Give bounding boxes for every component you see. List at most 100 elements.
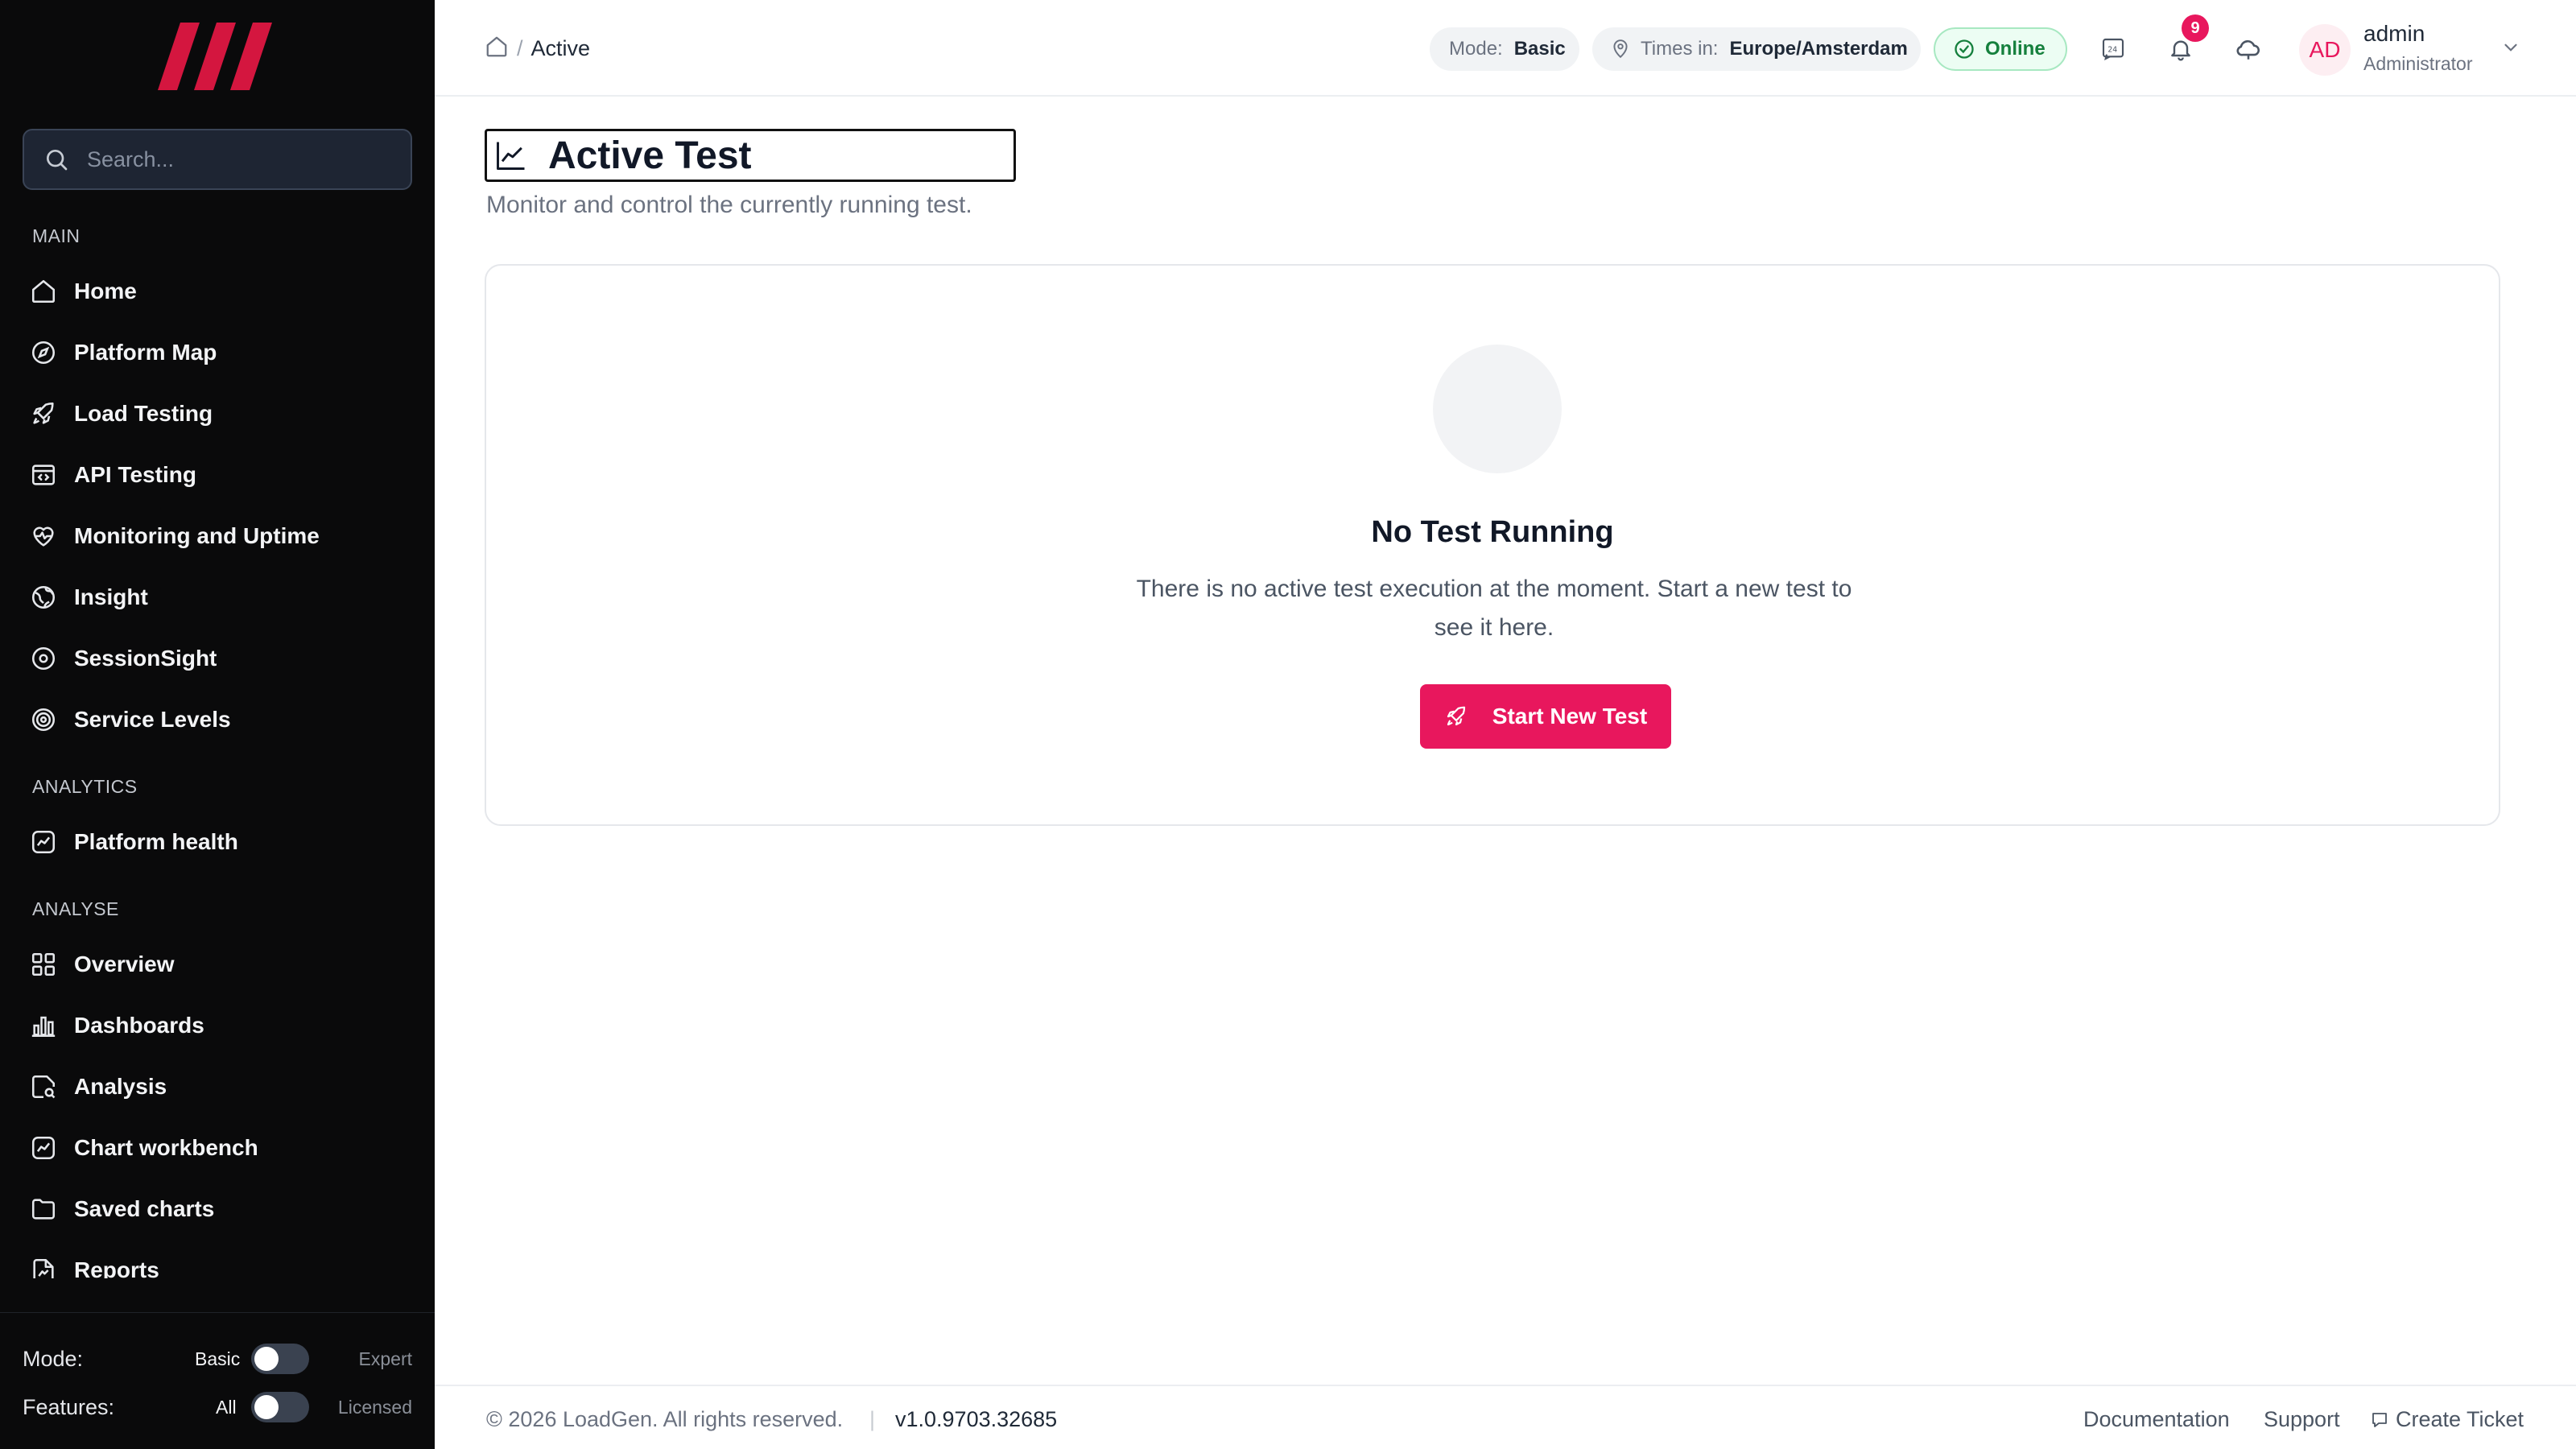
sidebar-item-label: Platform health <box>74 829 238 854</box>
home-icon <box>27 275 60 308</box>
search-icon <box>47 150 68 171</box>
sidebar-item-reports[interactable]: Reports <box>23 1246 412 1278</box>
support-24-icon[interactable]: 24 <box>2096 32 2130 66</box>
features-label: Features: <box>23 1394 115 1419</box>
footer-divider: | <box>869 1407 876 1431</box>
copyright-text: © 2026 LoadGen. All rights reserved. <box>486 1407 844 1431</box>
breadcrumb-separator: / <box>517 35 523 60</box>
avatar[interactable]: AD <box>2299 24 2351 76</box>
features-toggle-row: Features: All Licensed <box>23 1387 412 1427</box>
globe-icon <box>27 581 60 613</box>
page-footer: © 2026 LoadGen. All rights reserved. | v… <box>435 1385 2576 1449</box>
search-input[interactable] <box>87 147 393 172</box>
sidebar-item-label: Service Levels <box>74 707 231 732</box>
empty-state-description: There is no active test execution at the… <box>1136 576 1852 641</box>
sidebar-item-label: Home <box>74 279 137 303</box>
sidebar-item-overview[interactable]: Overview <box>23 940 412 989</box>
sidebar-item-platform-map[interactable]: Platform Map <box>23 328 412 377</box>
status-badge: Online <box>1934 27 2067 71</box>
map-pin-icon <box>1610 39 1631 60</box>
chart-line-icon <box>27 1132 60 1164</box>
mode-label: Mode: <box>23 1346 84 1371</box>
rocket-icon <box>27 398 60 430</box>
toggle-knob <box>254 1347 279 1371</box>
mode-basic-label: Basic <box>195 1348 241 1369</box>
mode-value: Basic <box>1513 38 1566 60</box>
brand-logo[interactable] <box>158 23 272 90</box>
sidebar-item-monitoring[interactable]: Monitoring and Uptime <box>23 512 412 560</box>
user-name[interactable]: admin <box>2363 21 2425 47</box>
sidebar-item-saved-charts[interactable]: Saved charts <box>23 1185 412 1233</box>
heart-pulse-icon <box>27 520 60 552</box>
code-window-icon <box>27 459 60 491</box>
page-subtitle: Monitor and control the currently runnin… <box>486 192 972 218</box>
empty-state-title: No Test Running <box>1371 515 1614 549</box>
version-text: v1.0.9703.32685 <box>895 1407 1058 1431</box>
svg-text:24: 24 <box>2107 45 2117 54</box>
empty-state-illustration <box>1433 345 1562 473</box>
start-new-test-button[interactable]: Start New Test <box>1420 684 1671 749</box>
sidebar-item-load-testing[interactable]: Load Testing <box>23 390 412 438</box>
eye-icon <box>27 642 60 675</box>
check-circle-icon <box>1953 38 1975 60</box>
timezone-pill[interactable]: Times in: Europe/Amsterdam <box>1592 27 1921 71</box>
chart-line-icon <box>497 142 525 170</box>
ticket-icon <box>2372 1412 2387 1427</box>
chevron-down-icon[interactable] <box>2500 37 2521 62</box>
create-ticket-link[interactable]: Create Ticket <box>2370 1407 2524 1432</box>
sidebar-item-label: Reports <box>74 1257 159 1278</box>
section-label-analytics: ANALYTICS <box>32 776 138 797</box>
sidebar-item-service-levels[interactable]: Service Levels <box>23 696 412 744</box>
user-role: Administrator <box>2363 53 2473 74</box>
cloud-icon[interactable] <box>2231 32 2265 66</box>
toggle-knob <box>254 1395 279 1419</box>
empty-state-card: No Test Running There is no active test … <box>485 264 2500 826</box>
page-title-box: Active Test <box>485 129 1016 182</box>
sidebar-item-label: Saved charts <box>74 1196 215 1221</box>
features-all-label: All <box>216 1396 237 1418</box>
support-link[interactable]: Support <box>2264 1407 2340 1432</box>
times-key: Times in: <box>1641 38 1719 60</box>
sidebar-item-label: Insight <box>74 584 148 609</box>
mode-expert-label: Expert <box>358 1348 412 1369</box>
features-toggle[interactable] <box>251 1392 309 1422</box>
breadcrumb-current: Active <box>530 35 591 60</box>
sidebar-item-label: Overview <box>74 952 175 976</box>
mode-key: Mode: <box>1449 38 1503 60</box>
grid-icon <box>27 948 60 980</box>
breadcrumb: / Active <box>485 32 590 64</box>
trend-icon <box>27 826 60 858</box>
sidebar-item-insight[interactable]: Insight <box>23 573 412 621</box>
documentation-link[interactable]: Documentation <box>2083 1407 2230 1432</box>
sidebar-item-platform-health[interactable]: Platform health <box>23 818 412 866</box>
section-label-analyse: ANALYSE <box>32 898 119 919</box>
sidebar-item-analysis[interactable]: Analysis <box>23 1063 412 1111</box>
sidebar-item-label: SessionSight <box>74 646 217 671</box>
sidebar-item-sessionsight[interactable]: SessionSight <box>23 634 412 683</box>
mode-toggle-row: Mode: Basic Expert <box>23 1339 412 1379</box>
main-content: / Active Mode: Basic Times in: Europe/Am… <box>435 0 2576 1449</box>
search-box[interactable] <box>23 129 412 190</box>
sidebar: MAIN Home Platform Map Load Testing API … <box>0 0 435 1449</box>
mode-toggle[interactable] <box>251 1344 309 1374</box>
sidebar-item-api-testing[interactable]: API Testing <box>23 451 412 499</box>
file-search-icon <box>27 1071 60 1103</box>
start-new-test-label: Start New Test <box>1492 704 1648 729</box>
section-label-main: MAIN <box>32 225 80 246</box>
compass-icon <box>27 336 60 369</box>
sidebar-item-label: Analysis <box>74 1074 167 1099</box>
sidebar-item-label: Dashboards <box>74 1013 204 1038</box>
sidebar-item-label: Chart workbench <box>74 1135 258 1160</box>
sidebar-item-label: Monitoring and Uptime <box>74 523 320 548</box>
sidebar-item-label: Load Testing <box>74 401 213 426</box>
target-icon <box>27 704 60 736</box>
report-icon <box>27 1254 60 1278</box>
mode-pill[interactable]: Mode: Basic <box>1430 27 1579 71</box>
sidebar-item-home[interactable]: Home <box>23 267 412 316</box>
folder-icon <box>27 1193 60 1225</box>
sidebar-footer: Mode: Basic Expert Features: All License… <box>0 1312 435 1449</box>
sidebar-item-chart-workbench[interactable]: Chart workbench <box>23 1124 412 1172</box>
sidebar-item-dashboards[interactable]: Dashboards <box>23 1001 412 1050</box>
notification-count-badge: 9 <box>2182 14 2209 42</box>
home-icon[interactable] <box>485 35 509 63</box>
